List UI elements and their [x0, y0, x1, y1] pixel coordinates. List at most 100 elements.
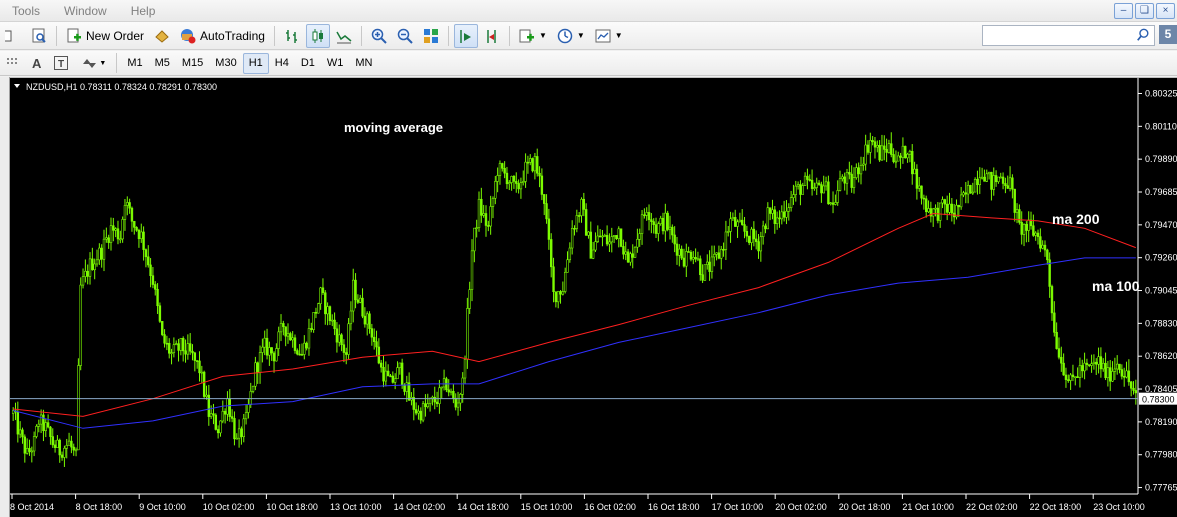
metaeditor-icon: [155, 29, 169, 43]
candle-body: [23, 436, 27, 454]
candle-body: [785, 210, 788, 218]
candle-body: [789, 197, 793, 208]
menu-window[interactable]: Window: [52, 4, 119, 18]
candle-body: [1120, 369, 1124, 377]
new-order-button[interactable]: New Order: [62, 24, 148, 48]
candle-body: [680, 248, 683, 259]
candle-body: [722, 248, 725, 251]
candle-body: [687, 251, 690, 253]
zoom-in-button[interactable]: [367, 24, 391, 48]
menu-tools[interactable]: Tools: [0, 4, 52, 18]
candle-body: [235, 437, 238, 440]
zoom-out-icon: [397, 28, 413, 44]
auto-scroll-button[interactable]: [453, 23, 478, 48]
candle-body: [161, 321, 164, 335]
periods-button[interactable]: ▼: [553, 24, 589, 48]
candle-body: [300, 354, 304, 356]
candle-body: [30, 450, 33, 453]
toolbar-separator: [447, 25, 449, 46]
timeframe-m5-button[interactable]: M5: [149, 53, 176, 74]
candle-body: [81, 276, 85, 286]
candle-body: [205, 394, 208, 397]
chevron-down-icon: ▼: [614, 31, 623, 40]
menu-help[interactable]: Help: [119, 4, 168, 18]
chart-shift-button[interactable]: [480, 24, 504, 48]
candle-body: [720, 248, 723, 259]
candle-body: [188, 343, 192, 352]
timeframe-d1-button[interactable]: D1: [295, 53, 321, 74]
metaeditor-button[interactable]: [150, 24, 174, 48]
search-icon[interactable]: [1136, 28, 1150, 42]
price-tick-label: 0.77765: [1145, 483, 1177, 493]
candle-body: [927, 208, 930, 213]
search-input[interactable]: [982, 25, 1155, 46]
candle-body: [750, 228, 753, 243]
timeframe-mn-button[interactable]: MN: [349, 53, 378, 74]
candle-body: [717, 252, 721, 259]
timeframe-m30-button[interactable]: M30: [209, 53, 242, 74]
bar-chart-button[interactable]: [280, 24, 304, 48]
chart-area[interactable]: 0.80325 0.80110 0.79890 0.79685 0.79470 0.792…: [10, 78, 1177, 517]
candle-body: [505, 172, 509, 185]
candle-body: [1129, 381, 1133, 389]
candle-body: [258, 352, 262, 373]
restore-icon[interactable]: ❏: [1135, 3, 1154, 19]
time-tick-label: 15 Oct 10:00: [521, 502, 573, 512]
timeframe-h4-button[interactable]: H4: [269, 53, 295, 74]
price-tick-label: 0.79260: [1145, 253, 1177, 263]
left-panel-edge: [0, 77, 10, 517]
candle-body: [794, 185, 797, 195]
zoom-out-button[interactable]: [393, 24, 417, 48]
candle-body: [400, 362, 404, 386]
candle-body: [37, 423, 40, 427]
close-icon[interactable]: ×: [1156, 3, 1175, 19]
candle-body: [959, 194, 963, 208]
tile-windows-icon: [423, 28, 438, 43]
candle-body: [734, 217, 737, 227]
price-chart[interactable]: 0.80325 0.80110 0.79890 0.79685 0.79470 0.792…: [10, 78, 1177, 517]
candle-body: [668, 226, 672, 230]
candle-body: [359, 297, 362, 303]
candle-body: [345, 352, 348, 355]
timeframe-w1-button[interactable]: W1: [321, 53, 350, 74]
chart-shift-icon: [487, 29, 496, 43]
timeframe-h1-button[interactable]: H1: [242, 52, 269, 74]
grip-handle[interactable]: [0, 53, 26, 74]
candle-body: [86, 270, 89, 277]
indicators-button[interactable]: ▼: [515, 24, 551, 48]
minimize-icon[interactable]: –: [1114, 3, 1133, 19]
templates-button[interactable]: ▼: [591, 24, 627, 48]
candle-body: [393, 378, 397, 383]
tile-windows-button[interactable]: [419, 24, 443, 48]
candle-body: [109, 225, 113, 243]
candle-body: [1027, 219, 1030, 231]
candle-body: [897, 155, 900, 162]
candle-body: [510, 176, 513, 183]
text-label-tool-button[interactable]: T: [47, 53, 75, 74]
candle-body: [741, 219, 744, 225]
arrows-tool-button[interactable]: ▼: [75, 53, 112, 74]
time-tick-label: 17 Oct 10:00: [712, 502, 764, 512]
candle-body: [233, 418, 236, 440]
candle-body: [119, 238, 122, 241]
autotrading-button[interactable]: AutoTrading: [176, 24, 269, 48]
text-tool-button[interactable]: A: [26, 53, 47, 74]
candle-body: [414, 409, 418, 414]
timeframe-m15-button[interactable]: M15: [176, 53, 209, 74]
candle-body: [263, 337, 266, 348]
print-preview-button[interactable]: [27, 24, 51, 48]
candle-body: [482, 213, 485, 216]
candle-body: [261, 346, 264, 353]
timeframe-m1-button[interactable]: M1: [121, 53, 148, 74]
candle-body: [1069, 374, 1072, 381]
community-badge[interactable]: 5: [1159, 25, 1177, 44]
candle-body: [768, 207, 772, 214]
text-tool-icon: A: [32, 55, 42, 71]
candle-body: [361, 297, 364, 317]
candlestick-button[interactable]: [305, 23, 330, 48]
candle-body: [918, 185, 921, 189]
profiles-button[interactable]: [1, 24, 25, 48]
candle-body: [570, 227, 574, 249]
candle-body: [775, 217, 779, 224]
line-chart-button[interactable]: [332, 24, 356, 48]
